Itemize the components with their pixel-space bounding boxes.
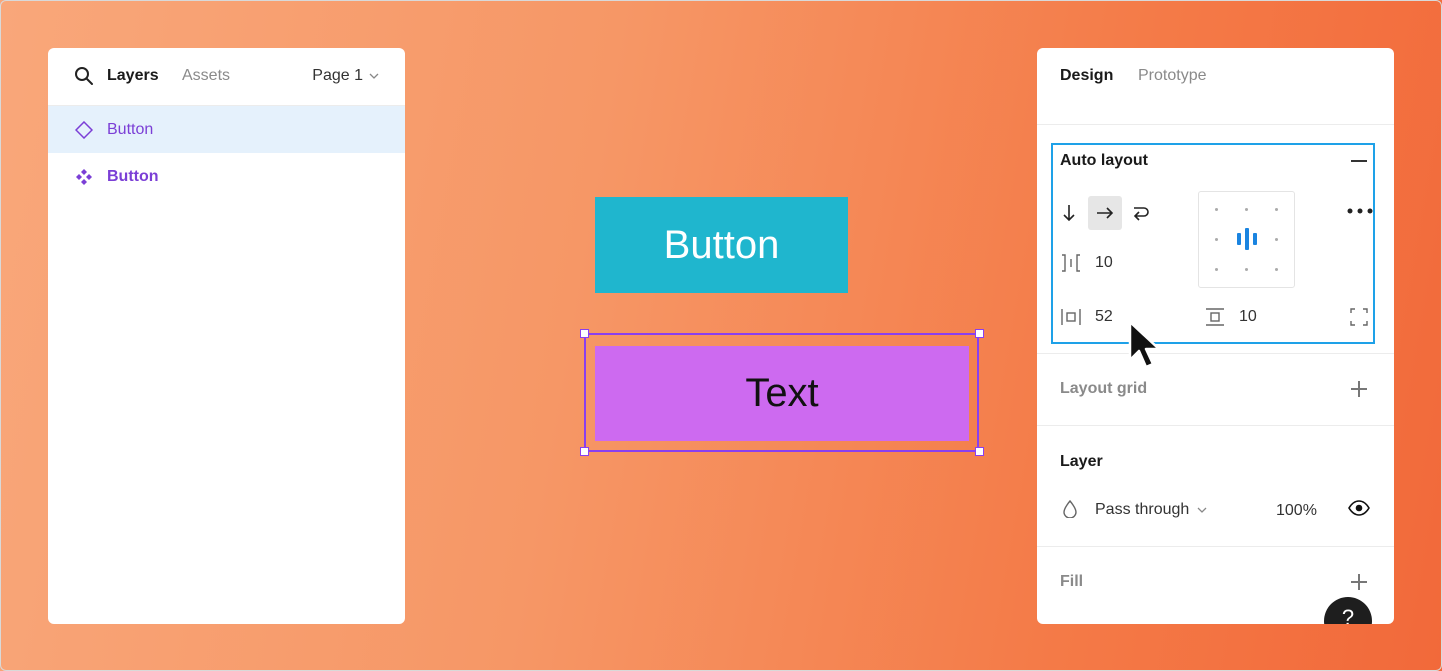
divider: [1037, 425, 1394, 426]
blend-mode-dropdown[interactable]: Pass through: [1095, 501, 1207, 519]
add-fill-icon[interactable]: [1351, 574, 1367, 590]
direction-horizontal-button[interactable]: [1088, 196, 1122, 230]
align-center-icon: [1237, 228, 1257, 250]
help-label: ?: [1341, 605, 1355, 624]
main-component-icon: [74, 167, 94, 187]
selection-outline: [584, 333, 979, 452]
layer-label: Button: [107, 120, 154, 138]
tab-design[interactable]: Design: [1060, 67, 1113, 85]
layer-row-button-instance[interactable]: Button: [48, 106, 405, 153]
more-options-icon[interactable]: [1347, 208, 1373, 214]
direction-wrap-button[interactable]: [1124, 196, 1158, 230]
tab-assets[interactable]: Assets: [182, 67, 230, 85]
align-dot[interactable]: [1275, 208, 1278, 211]
design-panel: Design Prototype Auto layout 10 52 10 La…: [1037, 48, 1394, 624]
arrow-right-icon: [1097, 207, 1114, 219]
blend-mode-value: Pass through: [1095, 501, 1190, 518]
align-dot[interactable]: [1275, 268, 1278, 271]
direction-vertical-button[interactable]: [1052, 196, 1086, 230]
page-selector-label: Page 1: [312, 67, 363, 84]
alignment-grid[interactable]: [1198, 191, 1295, 288]
arrow-down-icon: [1063, 205, 1075, 222]
component-instance-icon: [74, 120, 94, 140]
chevron-down-icon: [1197, 507, 1207, 513]
layers-panel-header: Layers Assets Page 1: [48, 48, 405, 106]
align-dot[interactable]: [1215, 238, 1218, 241]
fill-title: Fill: [1060, 573, 1084, 590]
search-icon[interactable]: [74, 66, 94, 86]
opacity-input[interactable]: 100%: [1276, 502, 1317, 520]
tab-prototype[interactable]: Prototype: [1138, 67, 1206, 85]
chevron-down-icon: [369, 73, 379, 79]
align-dot[interactable]: [1275, 238, 1278, 241]
layer-label: Button: [107, 167, 159, 185]
resize-handle-top-right[interactable]: [975, 329, 984, 338]
align-dot[interactable]: [1215, 208, 1218, 211]
divider: [1037, 124, 1394, 125]
spacing-between-icon: [1062, 254, 1080, 272]
canvas-button-label: Button: [663, 222, 780, 267]
align-dot[interactable]: [1215, 268, 1218, 271]
align-dot[interactable]: [1245, 208, 1248, 211]
eye-icon[interactable]: [1348, 500, 1370, 516]
add-layout-grid-icon[interactable]: [1351, 381, 1367, 397]
help-button[interactable]: ?: [1324, 597, 1372, 624]
horizontal-padding-icon: [1061, 309, 1081, 325]
resize-handle-top-left[interactable]: [580, 329, 589, 338]
divider: [1037, 353, 1394, 354]
mouse-cursor-icon: [1128, 320, 1161, 369]
horizontal-padding-input[interactable]: 52: [1095, 308, 1113, 326]
resize-handle-bottom-left[interactable]: [580, 447, 589, 456]
layer-section-title: Layer: [1060, 453, 1103, 470]
wrap-icon: [1133, 207, 1149, 221]
vertical-padding-icon: [1206, 308, 1224, 326]
individual-padding-icon[interactable]: [1349, 307, 1369, 327]
page-selector[interactable]: Page 1: [312, 67, 379, 85]
canvas-button-frame[interactable]: Button: [595, 197, 848, 293]
blend-mode-drop-icon: [1063, 500, 1077, 518]
remove-auto-layout-button[interactable]: [1351, 160, 1367, 162]
resize-handle-bottom-right[interactable]: [975, 447, 984, 456]
vertical-padding-input[interactable]: 10: [1239, 308, 1257, 326]
layout-grid-title: Layout grid: [1060, 380, 1148, 397]
divider: [1037, 546, 1394, 547]
layers-panel: Layers Assets Page 1 Button Button: [48, 48, 405, 624]
tab-layers[interactable]: Layers: [107, 67, 159, 85]
auto-layout-title: Auto layout: [1060, 152, 1148, 169]
layer-row-button-component[interactable]: Button: [48, 153, 405, 200]
gap-value-input[interactable]: 10: [1095, 254, 1113, 272]
align-dot[interactable]: [1245, 268, 1248, 271]
